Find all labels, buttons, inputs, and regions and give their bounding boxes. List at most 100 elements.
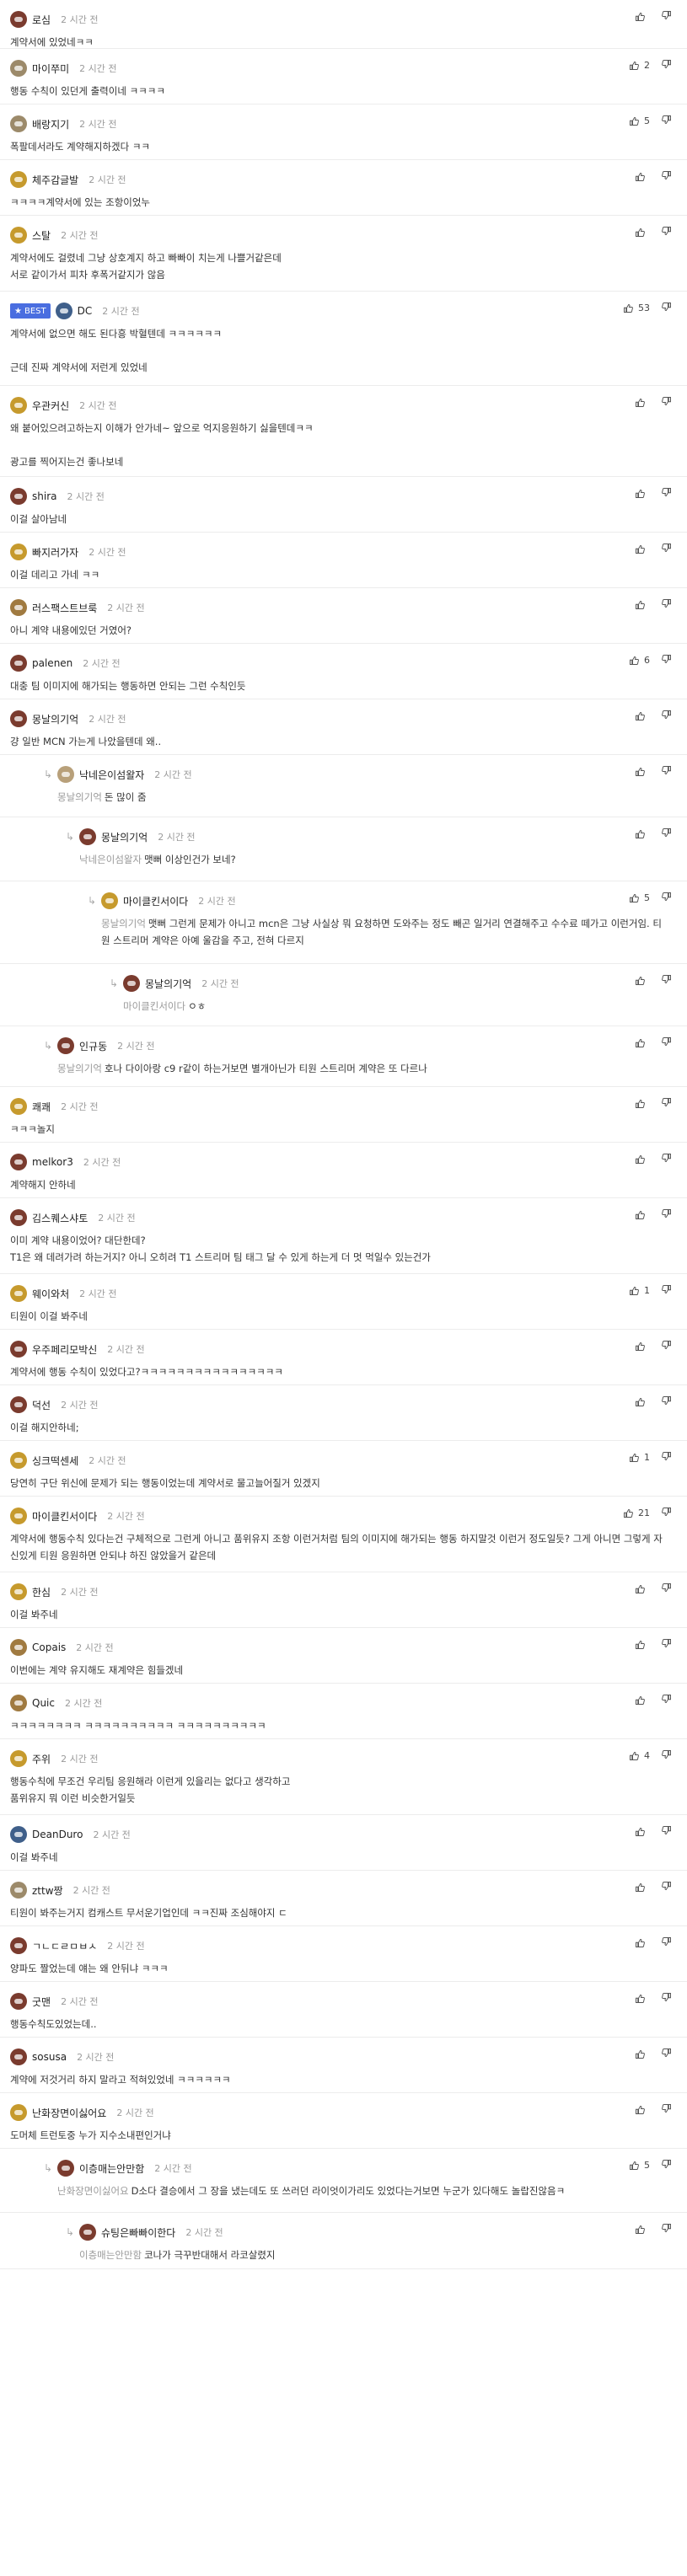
upvote-button[interactable] — [635, 600, 650, 610]
avatar[interactable] — [10, 1993, 27, 2010]
reply-target[interactable]: 이층매는안만함 — [79, 2249, 142, 2261]
avatar[interactable] — [10, 1826, 27, 1843]
downvote-button[interactable] — [662, 1340, 672, 1352]
upvote-button[interactable] — [635, 1882, 650, 1893]
downvote-button[interactable] — [662, 2223, 672, 2236]
downvote-button[interactable] — [662, 10, 672, 23]
comment-author[interactable]: 굿맨 — [32, 1995, 51, 2009]
comment-author[interactable]: sosusa — [32, 2051, 67, 2063]
avatar[interactable] — [10, 655, 27, 672]
comment-author[interactable]: palenen — [32, 657, 72, 669]
avatar[interactable] — [10, 1750, 27, 1767]
downvote-button[interactable] — [662, 1507, 672, 1519]
avatar[interactable] — [10, 488, 27, 505]
comment-author[interactable]: 몽날의기억 — [145, 977, 191, 991]
comment-author[interactable]: DeanDuro — [32, 1829, 83, 1840]
reply-target[interactable]: 낙네은이섬왈자 — [79, 854, 142, 865]
avatar[interactable] — [10, 227, 27, 244]
comment-author[interactable]: 우관커신 — [32, 399, 69, 413]
downvote-button[interactable] — [662, 226, 672, 238]
comment-author[interactable]: 인규동 — [79, 1039, 107, 1053]
downvote-button[interactable] — [662, 1694, 672, 1706]
avatar[interactable] — [10, 599, 27, 616]
upvote-button[interactable] — [635, 976, 650, 986]
upvote-button[interactable]: 5 — [629, 115, 650, 126]
downvote-button[interactable] — [662, 1881, 672, 1893]
upvote-button[interactable] — [635, 1154, 650, 1165]
avatar[interactable] — [10, 171, 27, 188]
avatar[interactable] — [10, 1154, 27, 1170]
avatar[interactable] — [10, 1341, 27, 1358]
upvote-button[interactable] — [635, 1938, 650, 1948]
upvote-button[interactable] — [635, 1099, 650, 1109]
avatar[interactable] — [79, 2224, 96, 2241]
reply-target[interactable]: 몽날의기억 — [57, 1063, 102, 1074]
downvote-button[interactable] — [662, 654, 672, 667]
comment-author[interactable]: 주위 — [32, 1752, 51, 1766]
downvote-button[interactable] — [662, 302, 672, 314]
avatar[interactable] — [10, 397, 27, 414]
avatar[interactable] — [10, 1583, 27, 1600]
comment-author[interactable]: 마이쭈미 — [32, 62, 69, 76]
upvote-button[interactable] — [635, 1210, 650, 1220]
upvote-button[interactable]: 1 — [629, 1452, 650, 1463]
upvote-button[interactable] — [635, 398, 650, 408]
downvote-button[interactable] — [662, 487, 672, 500]
upvote-button[interactable] — [635, 228, 650, 238]
downvote-button[interactable] — [662, 1036, 672, 1049]
comment-author[interactable]: 로심 — [32, 13, 51, 27]
comment-author[interactable]: 마이클킨서이다 — [123, 894, 188, 908]
avatar[interactable] — [10, 1695, 27, 1711]
downvote-button[interactable] — [662, 1825, 672, 1838]
reply-target[interactable]: 몽날의기억 — [57, 791, 102, 803]
upvote-button[interactable]: 53 — [623, 303, 650, 313]
comment-author[interactable]: 덕선 — [32, 1398, 51, 1412]
upvote-button[interactable] — [635, 1397, 650, 1407]
avatar[interactable] — [10, 2104, 27, 2121]
downvote-button[interactable] — [662, 1153, 672, 1165]
downvote-button[interactable] — [662, 1936, 672, 1949]
downvote-button[interactable] — [662, 1451, 672, 1464]
upvote-button[interactable]: 5 — [629, 2160, 650, 2171]
downvote-button[interactable] — [662, 892, 672, 904]
avatar[interactable] — [10, 11, 27, 28]
downvote-button[interactable] — [662, 115, 672, 127]
comment-author[interactable]: 스탈 — [32, 228, 51, 243]
downvote-button[interactable] — [662, 598, 672, 611]
downvote-button[interactable] — [662, 1749, 672, 1762]
avatar[interactable] — [10, 1882, 27, 1899]
downvote-button[interactable] — [662, 765, 672, 778]
upvote-button[interactable] — [635, 544, 650, 554]
avatar[interactable] — [57, 1037, 74, 1054]
comment-author[interactable]: Copais — [32, 1641, 66, 1653]
comment-author[interactable]: 체주감글발 — [32, 173, 78, 187]
avatar[interactable] — [10, 1285, 27, 1302]
downvote-button[interactable] — [662, 1583, 672, 1595]
avatar[interactable] — [123, 975, 140, 992]
upvote-button[interactable] — [635, 1038, 650, 1048]
downvote-button[interactable] — [662, 974, 672, 987]
avatar[interactable] — [55, 303, 72, 319]
upvote-button[interactable] — [635, 1695, 650, 1706]
downvote-button[interactable] — [662, 2048, 672, 2060]
comment-author[interactable]: 러스팩스트브룩 — [32, 601, 97, 615]
comment-author[interactable]: melkor3 — [32, 1156, 73, 1168]
avatar[interactable] — [10, 60, 27, 77]
upvote-button[interactable] — [635, 12, 650, 22]
upvote-button[interactable] — [635, 2225, 650, 2235]
comment-author[interactable]: 몽날의기억 — [32, 712, 78, 726]
downvote-button[interactable] — [662, 1638, 672, 1651]
upvote-button[interactable] — [635, 1827, 650, 1837]
comment-author[interactable]: zttw짱 — [32, 1883, 63, 1898]
comment-author[interactable]: 김스퀘스샤토 — [32, 1211, 88, 1225]
avatar[interactable] — [10, 1508, 27, 1524]
upvote-button[interactable]: 4 — [629, 1750, 650, 1761]
upvote-button[interactable] — [635, 1584, 650, 1594]
upvote-button[interactable] — [635, 1342, 650, 1352]
comment-author[interactable]: 몽날의기억 — [101, 830, 148, 844]
upvote-button[interactable]: 21 — [623, 1508, 650, 1518]
upvote-button[interactable] — [635, 711, 650, 721]
downvote-button[interactable] — [662, 543, 672, 555]
downvote-button[interactable] — [662, 710, 672, 722]
downvote-button[interactable] — [662, 2103, 672, 2116]
